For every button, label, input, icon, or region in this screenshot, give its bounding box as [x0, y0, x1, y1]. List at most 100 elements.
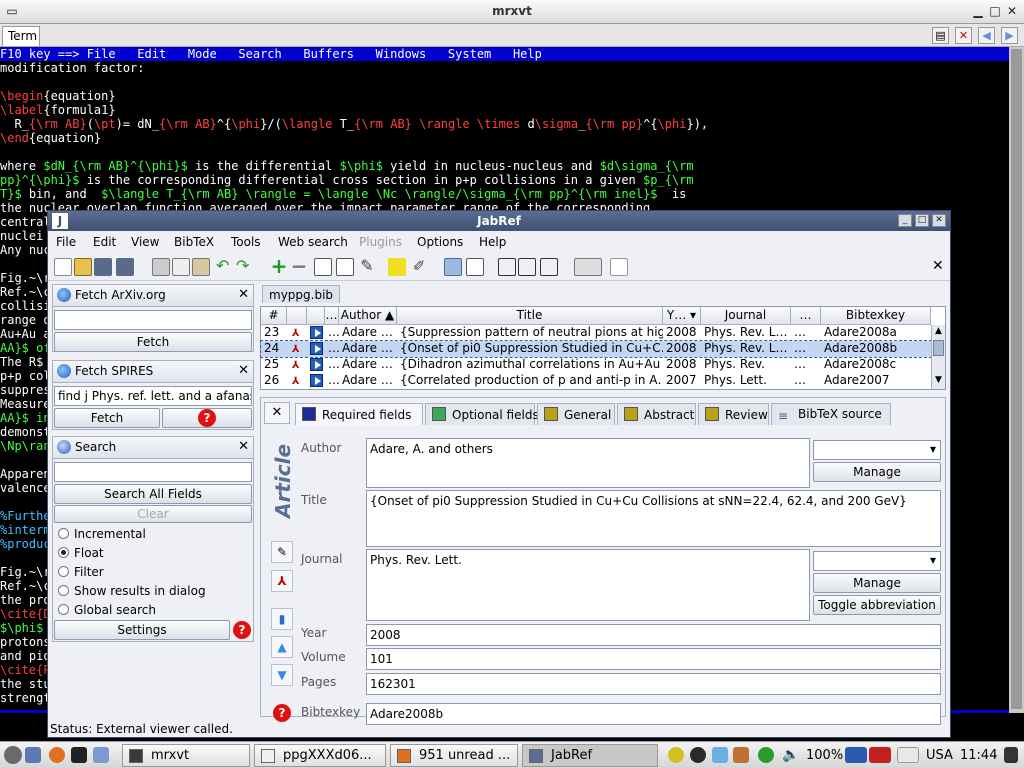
menu-bibtex[interactable]: BibTeX: [174, 235, 214, 249]
search-input[interactable]: [54, 462, 252, 482]
terminal-next-tab-icon[interactable]: ▶: [1001, 27, 1018, 44]
scroll-down-icon[interactable]: ▼: [933, 375, 944, 387]
table-row[interactable]: 25… Adare … {Dihadron azimuthal correlatio…: [261, 357, 931, 373]
jabref-close-icon[interactable]: ✕: [932, 214, 946, 227]
journal-dropdown[interactable]: [813, 551, 941, 571]
wifi-icon[interactable]: [758, 747, 774, 763]
paste-icon[interactable]: [192, 258, 210, 276]
power-icon[interactable]: [1004, 747, 1018, 763]
col-url[interactable]: [307, 307, 325, 325]
workspace-3-icon[interactable]: [897, 747, 919, 763]
delete-entry-icon[interactable]: −: [290, 256, 308, 276]
manage-journal-button[interactable]: Manage: [813, 573, 941, 593]
terminal-launcher-icon[interactable]: [71, 747, 87, 763]
author-dropdown[interactable]: [813, 440, 941, 460]
search-toggle-icon[interactable]: [444, 258, 462, 276]
edit-entry-icon[interactable]: [314, 258, 332, 276]
table-scrollbar-thumb[interactable]: [933, 340, 944, 356]
pages-field[interactable]: 162301: [366, 673, 941, 695]
settings-button[interactable]: Settings: [54, 620, 230, 640]
save-all-icon[interactable]: [116, 258, 134, 276]
open-database-icon[interactable]: [74, 258, 92, 276]
close-icon[interactable]: ✕: [238, 363, 249, 378]
editor-tab-optional-fields[interactable]: Optional fields: [425, 403, 539, 425]
jabref-maximize-icon[interactable]: □: [915, 214, 929, 227]
taskbar-task[interactable]: ppgXXXd06...: [254, 744, 386, 767]
radio-show-results-in-dialog[interactable]: Show results in dialog: [58, 584, 206, 598]
menu-plugins[interactable]: Plugins: [359, 235, 402, 249]
fetch-spires-button[interactable]: Fetch: [54, 408, 160, 428]
menu-file[interactable]: File: [56, 235, 76, 249]
pdf-icon[interactable]: ⅄: [292, 374, 304, 388]
app-launcher-icon[interactable]: [93, 747, 109, 763]
close-icon[interactable]: ✕: [238, 439, 249, 454]
menu-tools[interactable]: Tools: [231, 235, 261, 249]
previous-entry-icon[interactable]: ▲: [271, 636, 293, 658]
terminal-menubar[interactable]: F10 key ==> File Edit Mode Search Buffer…: [0, 47, 1009, 61]
spires-query-input[interactable]: find j Phys. ref. lett. and a afanas: [54, 386, 252, 406]
col-misc[interactable]: …: [325, 307, 339, 325]
pdf-icon[interactable]: ⅄: [292, 326, 304, 340]
clear-button[interactable]: Clear: [54, 505, 252, 523]
pdf-icon[interactable]: ⅄: [271, 570, 293, 592]
group-toggle-icon[interactable]: [540, 258, 558, 276]
workspace-2-icon[interactable]: [869, 747, 891, 763]
terminal-close-tab-icon[interactable]: ✕: [955, 27, 972, 44]
url-icon[interactable]: [310, 342, 323, 355]
taskbar-task[interactable]: JabRef: [522, 744, 658, 767]
url-icon[interactable]: [310, 374, 323, 387]
table-scrollbar[interactable]: ▲ ▼: [931, 325, 945, 389]
toolbar-close-icon[interactable]: ✕: [932, 258, 944, 274]
radio-filter[interactable]: Filter: [58, 565, 104, 579]
clock[interactable]: 11:44: [960, 748, 997, 763]
preview-toggle-icon[interactable]: [466, 258, 484, 276]
editor-tab-general[interactable]: General: [537, 403, 615, 425]
edit-preamble-icon[interactable]: [336, 258, 354, 276]
cut-icon[interactable]: [152, 258, 170, 276]
terminal-new-tab-icon[interactable]: ▤: [932, 27, 949, 44]
select-all-icon[interactable]: [498, 258, 516, 276]
save-database-icon[interactable]: [94, 258, 112, 276]
wand-icon[interactable]: ✎: [271, 541, 293, 563]
title-field[interactable]: {Onset of pi0 Suppression Studied in Cu+…: [366, 490, 941, 547]
tab-term[interactable]: Term: [2, 26, 40, 46]
jabref-minimize-icon[interactable]: _: [898, 214, 912, 227]
terminal-scrollbar[interactable]: [1009, 47, 1024, 713]
col-author[interactable]: Author ▲: [339, 307, 397, 325]
radiation-icon[interactable]: [668, 747, 684, 763]
pdf-icon[interactable]: ⅄: [292, 358, 304, 372]
table-row[interactable]: 24… Adare … {Onset of pi0 Suppression Stud…: [260, 340, 932, 358]
scroll-up-icon[interactable]: ▲: [933, 326, 944, 338]
radio-float[interactable]: Float: [58, 546, 104, 560]
table-row[interactable]: 23… Adare … {Suppression pattern of neutra…: [261, 325, 931, 341]
pdf-icon[interactable]: ⅄: [292, 342, 304, 356]
table-row[interactable]: 26… Adare … {Correlated production of p an…: [261, 373, 931, 389]
close-icon[interactable]: ✕: [238, 287, 249, 302]
menu-web-search[interactable]: Web search: [278, 235, 348, 249]
col-title[interactable]: Title: [397, 307, 663, 325]
taskbar-task[interactable]: 951 unread ...: [390, 744, 518, 767]
close-icon[interactable]: ✕: [1004, 4, 1020, 20]
show-desktop-icon[interactable]: [25, 747, 41, 763]
undo-icon[interactable]: ↶: [216, 258, 234, 276]
year-field[interactable]: 2008: [366, 624, 941, 646]
editor-close-icon[interactable]: ✕: [264, 402, 290, 424]
tab-database[interactable]: myppg.bib: [262, 285, 340, 303]
menu-help[interactable]: Help: [479, 235, 506, 249]
groups-dropdown-icon[interactable]: [574, 258, 602, 276]
applet-icon[interactable]: [690, 747, 706, 763]
firefox-launcher-icon[interactable]: [49, 747, 65, 763]
col-misc2[interactable]: …: [791, 307, 821, 325]
new-database-icon[interactable]: [54, 258, 72, 276]
url-icon[interactable]: [310, 326, 323, 339]
open-file-icon[interactable]: [610, 258, 628, 276]
help-icon[interactable]: ?: [233, 621, 251, 639]
menu-options[interactable]: Options: [417, 235, 463, 249]
new-entry-icon[interactable]: +: [270, 256, 288, 276]
menu-view[interactable]: View: [131, 235, 159, 249]
taskbar-task[interactable]: mrxvt: [122, 744, 250, 767]
next-entry-icon[interactable]: ▼: [271, 664, 293, 686]
editor-tab-required-fields[interactable]: Required fields: [295, 403, 423, 425]
wand-icon[interactable]: ✎: [358, 258, 376, 276]
col-year[interactable]: Y… ▾: [663, 307, 701, 325]
